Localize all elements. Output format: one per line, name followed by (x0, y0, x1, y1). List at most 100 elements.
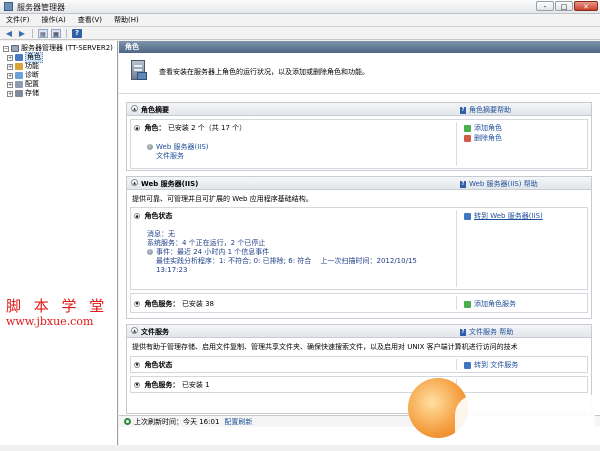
intro-text: 查看安装在服务器上角色的运行状况，以及添加或删除角色和功能。 (159, 68, 369, 76)
watermark-name: 脚 本 学 堂 (6, 297, 109, 315)
tree-item-configuration[interactable]: + 配置 (0, 80, 117, 89)
show-hide-tree-icon[interactable]: ▦ (51, 28, 61, 38)
roles-subheader: ▲ 角色： 已安装 2 个（共 17 个） (134, 123, 246, 133)
tree-item-label: 配置 (25, 80, 39, 88)
roles-label: 角色： (144, 124, 166, 132)
subsection-title: 角色状态 (144, 361, 173, 369)
role-services-label: 角色服务： (144, 300, 180, 308)
goto-file-services-link[interactable]: 转到 文件服务 (464, 360, 518, 370)
diagnostics-icon (15, 72, 23, 79)
add-roles-icon (464, 124, 471, 132)
role-status-subsection: ▲ 角色状态 转到 Web 服务器(IIS) 消息：无 系统服务：4 个正在运行… (130, 207, 588, 290)
maximize-button[interactable]: □ (555, 1, 573, 11)
role-status-header: ▼ 角色状态 (134, 360, 172, 370)
expand-icon[interactable]: + (7, 90, 13, 97)
minimize-button[interactable]: - (536, 1, 554, 11)
roles-icon (15, 54, 23, 61)
web-server-section: ▲ Web 服务器(IIS) ? Web 服务器(IIS) 帮助 提供可靠、可管… (126, 176, 592, 319)
add-role-services-icon (464, 300, 471, 308)
up-level-icon[interactable]: ▤ (38, 28, 48, 38)
role-item-file[interactable]: 文件服务 (147, 152, 209, 161)
configure-refresh-link[interactable]: 配置刷新 (224, 416, 252, 428)
role-item-web[interactable]: i Web 服务器(IIS) (147, 143, 209, 152)
navigation-tree: − 服务器管理器 (TT-SERVER2) + 角色 + 功能 + 诊断 + 配… (0, 41, 118, 445)
section-description: 提供有助于管理存储、启用文件复制、管理共享文件夹、确保快速搜索文件，以及启用对 … (132, 343, 518, 351)
collapse-icon[interactable]: ▲ (131, 179, 138, 186)
section-title: Web 服务器(IIS) (141, 180, 199, 188)
server-icon (11, 45, 19, 52)
goto-web-server-link[interactable]: 转到 Web 服务器(IIS) (464, 211, 543, 221)
action-label: 转到 Web 服务器(IIS) (474, 212, 543, 220)
file-services-help-link[interactable]: ? 文件服务 帮助 (460, 327, 513, 337)
action-label: 转到 文件服务 (474, 361, 519, 369)
expand-icon[interactable]: ▼ (134, 301, 140, 307)
role-summary-help-link[interactable]: ? 角色摘要帮助 (460, 105, 511, 115)
section-header: ▲ 文件服务 ? 文件服务 帮助 (127, 325, 591, 338)
roles-large-icon (131, 60, 147, 80)
tree-item-roles[interactable]: + 角色 (0, 52, 117, 63)
divider (456, 359, 457, 370)
features-icon (15, 63, 23, 70)
help-link-label: 文件服务 帮助 (469, 328, 514, 336)
storage-icon (15, 90, 23, 97)
goto-icon (464, 361, 471, 369)
section-title: 角色摘要 (141, 106, 169, 114)
action-label: 删除角色 (474, 134, 502, 142)
help-icon: ? (460, 328, 466, 336)
main-pane: 角色 查看安装在服务器上角色的运行状况，以及添加或删除角色和功能。 ▲ 角色摘要… (119, 41, 600, 445)
title-bar: 服务器管理器 - □ ✕ (0, 0, 600, 14)
collapse-icon[interactable]: ▲ (134, 125, 140, 131)
menu-action[interactable]: 操作(A) (36, 14, 72, 26)
toolbar: ◀ ▶ ▤ ▦ ? (0, 27, 600, 40)
logo-overlay (455, 395, 595, 440)
role-summary-section: ▲ 角色摘要 ? 角色摘要帮助 ▲ 角色： 已安装 2 个（共 17 个） iW… (126, 102, 592, 171)
events-line[interactable]: i 事件：最近 24 小时内 1 个信息事件 (147, 248, 417, 257)
expand-icon[interactable]: ▼ (134, 362, 140, 368)
expand-icon[interactable]: + (7, 81, 13, 88)
back-arrow-icon[interactable]: ◀ (4, 29, 14, 38)
role-status-details: 消息：无 系统服务：4 个正在运行，2 个已停止 i 事件：最近 24 小时内 1… (147, 230, 417, 275)
tree-item-label: 诊断 (25, 71, 39, 79)
role-status-header: ▲ 角色状态 (134, 211, 172, 221)
add-role-services-link[interactable]: 添加角色服务 (464, 299, 516, 309)
help-link-label: Web 服务器(IIS) 帮助 (469, 180, 538, 188)
forward-arrow-icon[interactable]: ▶ (17, 29, 27, 38)
events-status: 事件：最近 24 小时内 1 个信息事件 (156, 248, 270, 256)
bpa-scan-time: 13:17:23 (156, 266, 188, 274)
toolbar-divider (66, 28, 67, 38)
help-icon[interactable]: ? (72, 28, 82, 38)
collapse-icon[interactable]: ▲ (134, 213, 140, 219)
expand-icon[interactable]: + (7, 63, 13, 70)
refresh-icon[interactable] (124, 418, 131, 425)
expand-icon[interactable]: + (7, 54, 13, 61)
menu-bar: 文件(F) 操作(A) 查看(V) 帮助(H) (0, 14, 600, 27)
expand-icon[interactable]: ▼ (134, 382, 140, 388)
file-role-status-subsection: ▼ 角色状态 转到 文件服务 (130, 356, 588, 373)
bpa-status[interactable]: 最佳实践分析程序：1: 不符合; 0: 已排除; 6: 符合 上一次扫描时间：2… (147, 257, 417, 266)
section-title: 文件服务 (141, 328, 169, 336)
tree-item-features[interactable]: + 功能 (0, 62, 117, 71)
menu-file[interactable]: 文件(F) (0, 14, 36, 26)
add-roles-link[interactable]: 添加角色 (464, 123, 502, 133)
web-server-help-link[interactable]: ? Web 服务器(IIS) 帮助 (460, 179, 538, 189)
role-link[interactable]: Web 服务器(IIS) (156, 143, 209, 151)
tree-item-storage[interactable]: + 存储 (0, 89, 117, 98)
close-button[interactable]: ✕ (574, 1, 598, 11)
subsection-title: 角色状态 (144, 212, 173, 220)
section-header: ▲ Web 服务器(IIS) ? Web 服务器(IIS) 帮助 (127, 177, 591, 190)
menu-help[interactable]: 帮助(H) (108, 14, 145, 26)
last-refresh-text: 上次刷新时间：今天 16:01 (134, 417, 220, 426)
remove-roles-link[interactable]: 删除角色 (464, 133, 502, 143)
expand-icon[interactable]: + (7, 72, 13, 79)
tree-root[interactable]: − 服务器管理器 (TT-SERVER2) (0, 44, 117, 53)
toolbar-divider (32, 28, 33, 38)
goto-icon (464, 212, 471, 220)
menu-view[interactable]: 查看(V) (72, 14, 108, 26)
tree-item-diagnostics[interactable]: + 诊断 (0, 71, 117, 80)
collapse-icon[interactable]: ▲ (131, 105, 138, 112)
role-link[interactable]: 文件服务 (156, 152, 184, 160)
collapse-icon[interactable]: ▲ (131, 327, 138, 334)
collapse-icon[interactable]: − (3, 45, 9, 52)
system-service-status[interactable]: 系统服务：4 个正在运行，2 个已停止 (147, 239, 417, 248)
divider (456, 210, 457, 287)
